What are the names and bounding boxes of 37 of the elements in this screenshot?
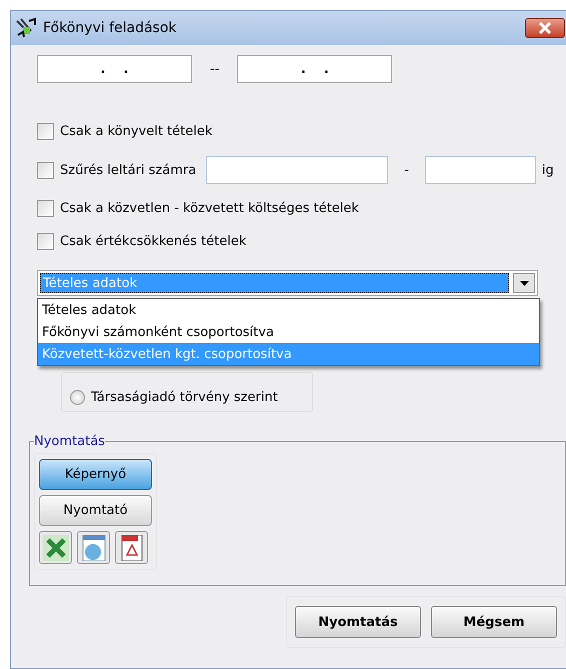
radio-label: Társaságiadó törvény szerint xyxy=(91,390,278,405)
output-button[interactable]: Nyomtató xyxy=(39,495,152,526)
spreadsheet-export-button[interactable] xyxy=(39,531,72,564)
checkbox[interactable] xyxy=(37,123,54,140)
output-button[interactable]: Képernyő xyxy=(39,459,152,490)
checkbox[interactable] xyxy=(37,233,54,250)
dropdown-arrow-button[interactable] xyxy=(513,273,535,293)
group-title: Nyomtatás xyxy=(34,434,105,449)
close-button[interactable] xyxy=(525,18,565,38)
checkbox-label: Csak a közvetlen - közvetett költséges tételek xyxy=(60,201,359,216)
checkbox-label: Csak a könyvelt tételek xyxy=(60,124,212,139)
range-separator: -- xyxy=(210,62,220,76)
inventory-from-field[interactable] xyxy=(206,156,388,184)
range-separator: - xyxy=(404,162,409,178)
web-export-button[interactable] xyxy=(77,531,110,564)
checkbox[interactable] xyxy=(37,200,54,217)
pdf-export-button[interactable] xyxy=(115,531,148,564)
dialog-button[interactable]: Mégsem xyxy=(431,606,557,638)
caret-icon xyxy=(520,280,528,286)
radio-button[interactable] xyxy=(70,390,85,405)
checkbox-label: Csak értékcsökkenés tételek xyxy=(60,234,246,249)
dropdown-value: Tételes adatok xyxy=(40,273,509,293)
checkbox-label: Szűrés leltári számra xyxy=(60,162,196,178)
checkbox[interactable] xyxy=(37,162,54,178)
suffix-label: ig xyxy=(542,162,554,178)
dropdown-option[interactable]: Főkönyvi számonként csoportosítva xyxy=(38,321,539,343)
dialog-button[interactable]: Nyomtatás xyxy=(295,606,421,638)
inventory-to-field[interactable] xyxy=(424,156,536,184)
date-from-field[interactable]: . . xyxy=(37,55,192,83)
close-icon xyxy=(538,22,552,34)
document-icon xyxy=(118,534,144,560)
app-icon xyxy=(15,17,39,39)
spreadsheet-icon xyxy=(42,534,68,560)
date-to-field[interactable]: . . xyxy=(237,55,392,83)
window-title: Főkönyvi feladások xyxy=(43,20,177,36)
dropdown-option[interactable]: Tételes adatok xyxy=(38,299,539,321)
globe-document-icon xyxy=(80,534,106,560)
